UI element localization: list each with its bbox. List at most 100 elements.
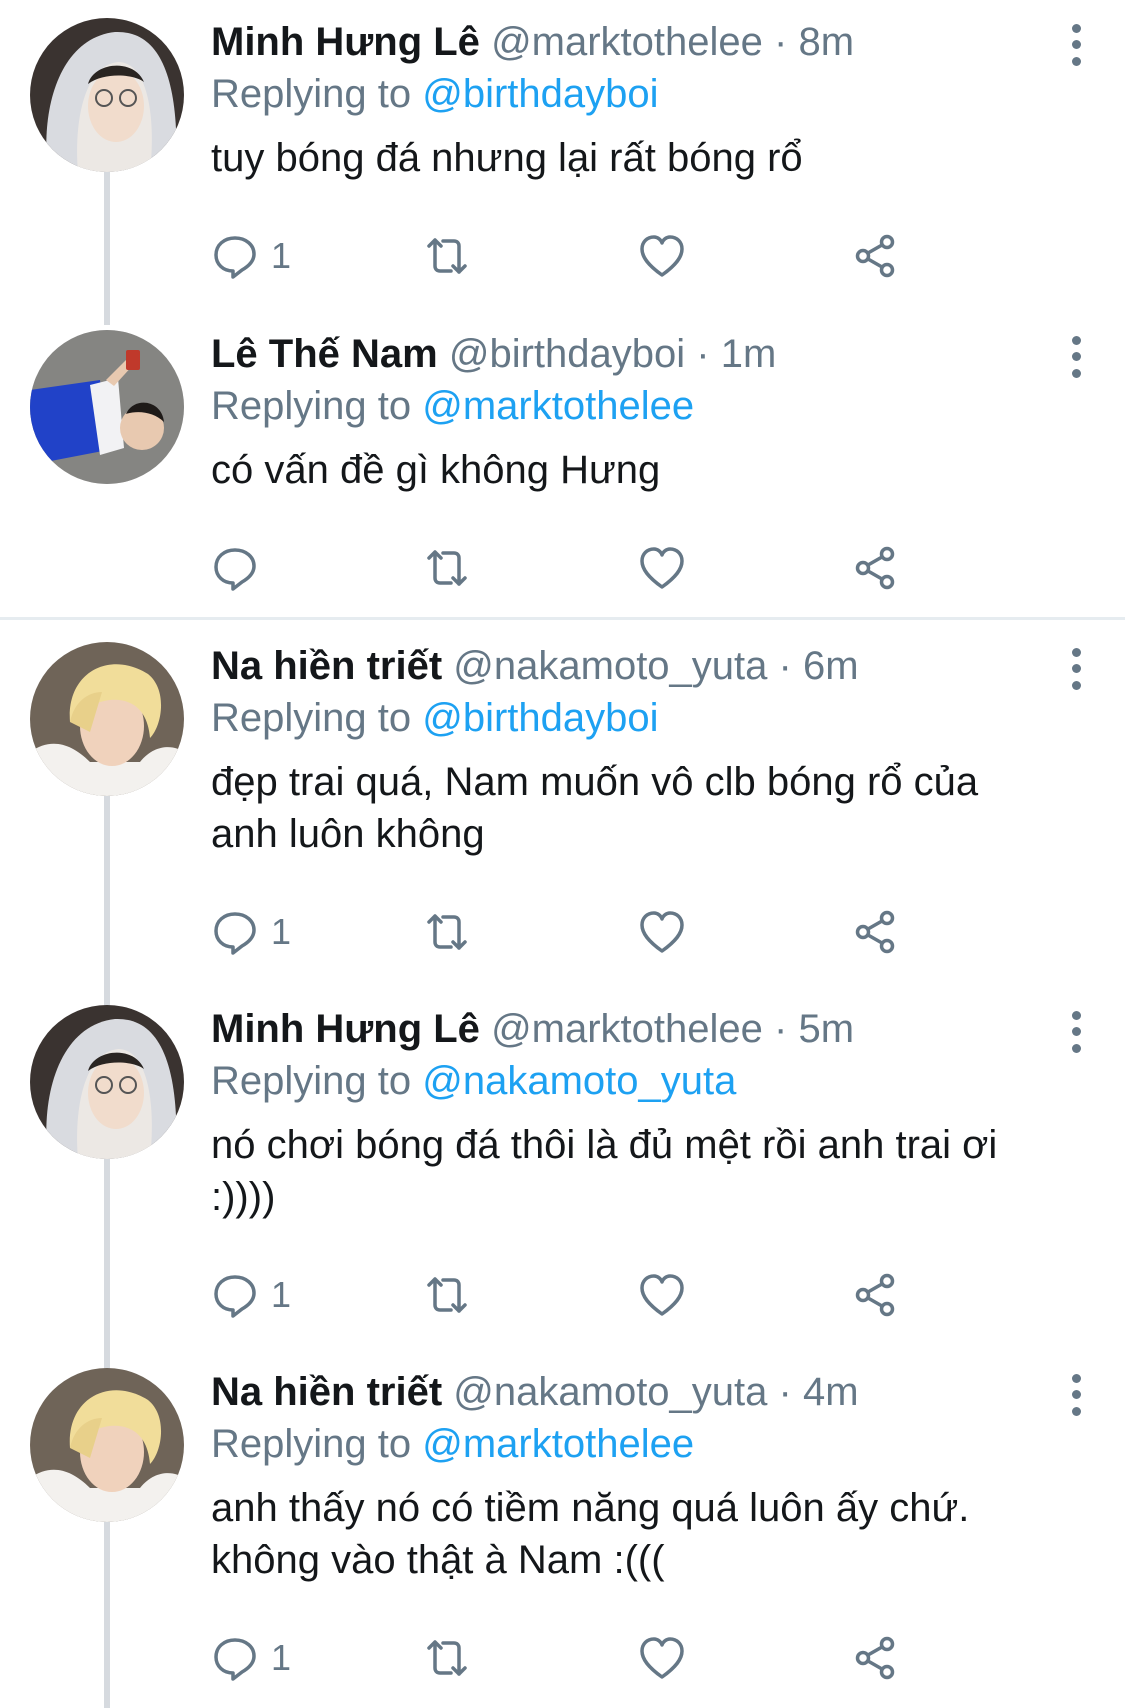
share-button[interactable] bbox=[851, 904, 899, 960]
mention-link[interactable]: @marktothelee bbox=[422, 1422, 694, 1466]
retweet-icon bbox=[423, 544, 471, 592]
replying-label: Replying to bbox=[211, 1422, 412, 1466]
reply-button[interactable]: 1 bbox=[211, 904, 291, 960]
user-handle[interactable]: @nakamoto_yuta bbox=[453, 644, 767, 688]
retweet-icon bbox=[423, 232, 471, 280]
avatar[interactable] bbox=[30, 642, 184, 796]
tweet-actions bbox=[211, 540, 911, 596]
heart-icon bbox=[638, 1634, 686, 1682]
replying-to: Replying to @nakamoto_yuta bbox=[211, 1057, 1055, 1105]
reply-button[interactable]: 1 bbox=[211, 1267, 291, 1323]
share-icon bbox=[851, 1634, 899, 1682]
replying-to: Replying to @marktothelee bbox=[211, 382, 1055, 430]
share-icon bbox=[851, 544, 899, 592]
display-name[interactable]: Na hiền triết bbox=[211, 1370, 442, 1414]
retweet-button[interactable] bbox=[423, 904, 471, 960]
like-button[interactable] bbox=[638, 904, 686, 960]
thread-line bbox=[104, 165, 110, 325]
retweet-button[interactable] bbox=[423, 1267, 471, 1323]
share-button[interactable] bbox=[851, 228, 899, 284]
tweet-header: Na hiền triết @nakamoto_yuta · 6m bbox=[211, 642, 1055, 690]
reply-icon bbox=[211, 232, 259, 280]
thread-line bbox=[104, 770, 110, 1015]
tweet-header: Na hiền triết @nakamoto_yuta · 4m bbox=[211, 1368, 1055, 1416]
separator-dot: · bbox=[778, 1370, 792, 1414]
like-button[interactable] bbox=[638, 1630, 686, 1686]
avatar[interactable] bbox=[30, 18, 184, 172]
timestamp[interactable]: 1m bbox=[721, 332, 777, 376]
tweet-text: anh thấy nó có tiềm năng quá luôn ấy chứ… bbox=[211, 1486, 970, 1582]
mention-link[interactable]: @birthdayboi bbox=[422, 696, 658, 740]
share-icon bbox=[851, 232, 899, 280]
separator-dot: · bbox=[774, 20, 788, 64]
like-button[interactable] bbox=[638, 540, 686, 596]
retweet-icon bbox=[423, 1271, 471, 1319]
user-handle[interactable]: @nakamoto_yuta bbox=[453, 1370, 767, 1414]
more-options-icon[interactable] bbox=[1061, 332, 1091, 382]
reply-icon bbox=[211, 544, 259, 592]
more-options-icon[interactable] bbox=[1061, 1007, 1091, 1057]
replying-to: Replying to @marktothelee bbox=[211, 1420, 1055, 1468]
tweet-header: Lê Thế Nam @birthdayboi · 1m bbox=[211, 330, 1055, 378]
replying-to: Replying to @birthdayboi bbox=[211, 70, 1055, 118]
heart-icon bbox=[638, 544, 686, 592]
timestamp[interactable]: 4m bbox=[803, 1370, 859, 1414]
tweet-actions: 1 bbox=[211, 1630, 911, 1686]
display-name[interactable]: Na hiền triết bbox=[211, 644, 442, 688]
user-handle[interactable]: @birthdayboi bbox=[449, 332, 685, 376]
timestamp[interactable]: 6m bbox=[803, 644, 859, 688]
retweet-button[interactable] bbox=[423, 1630, 471, 1686]
more-options-icon[interactable] bbox=[1061, 1370, 1091, 1420]
separator-dot: · bbox=[778, 644, 792, 688]
like-button[interactable] bbox=[638, 1267, 686, 1323]
share-button[interactable] bbox=[851, 1630, 899, 1686]
display-name[interactable]: Lê Thế Nam bbox=[211, 332, 438, 376]
like-button[interactable] bbox=[638, 228, 686, 284]
replying-label: Replying to bbox=[211, 72, 412, 116]
reply-button[interactable]: 1 bbox=[211, 1630, 291, 1686]
heart-icon bbox=[638, 908, 686, 956]
retweet-button[interactable] bbox=[423, 228, 471, 284]
mention-link[interactable]: @marktothelee bbox=[422, 384, 694, 428]
tweet-actions: 1 bbox=[211, 904, 911, 960]
mention-link[interactable]: @nakamoto_yuta bbox=[422, 1059, 736, 1103]
share-button[interactable] bbox=[851, 1267, 899, 1323]
timestamp[interactable]: 8m bbox=[798, 20, 854, 64]
user-handle[interactable]: @marktothelee bbox=[491, 20, 763, 64]
display-name[interactable]: Minh Hưng Lê bbox=[211, 1007, 480, 1051]
more-options-icon[interactable] bbox=[1061, 20, 1091, 70]
retweet-icon bbox=[423, 908, 471, 956]
reply-count: 1 bbox=[271, 911, 292, 952]
thread-line bbox=[104, 1135, 110, 1370]
retweet-button[interactable] bbox=[423, 540, 471, 596]
tweet-text: nó chơi bóng đá thôi là đủ mệt rồi anh t… bbox=[211, 1123, 998, 1219]
replying-label: Replying to bbox=[211, 696, 412, 740]
tweet-header: Minh Hưng Lê @marktothelee · 8m bbox=[211, 18, 1055, 66]
tweet-text: có vấn đề gì không Hưng bbox=[211, 448, 661, 492]
replying-to: Replying to @birthdayboi bbox=[211, 694, 1055, 742]
share-button[interactable] bbox=[851, 540, 899, 596]
mention-link[interactable]: @birthdayboi bbox=[422, 72, 658, 116]
tweet-text: tuy bóng đá nhưng lại rất bóng rổ bbox=[211, 136, 803, 180]
avatar[interactable] bbox=[30, 1005, 184, 1159]
tweet-text: đẹp trai quá, Nam muốn vô clb bóng rổ củ… bbox=[211, 760, 979, 856]
user-handle[interactable]: @marktothelee bbox=[491, 1007, 763, 1051]
tweet-actions: 1 bbox=[211, 228, 911, 284]
timestamp[interactable]: 5m bbox=[798, 1007, 854, 1051]
avatar[interactable] bbox=[30, 1368, 184, 1522]
display-name[interactable]: Minh Hưng Lê bbox=[211, 20, 480, 64]
reply-icon bbox=[211, 1271, 259, 1319]
thread-line bbox=[104, 1500, 110, 1708]
reply-icon bbox=[211, 1634, 259, 1682]
more-options-icon[interactable] bbox=[1061, 644, 1091, 694]
tweet-header: Minh Hưng Lê @marktothelee · 5m bbox=[211, 1005, 1055, 1053]
reply-button[interactable] bbox=[211, 540, 271, 596]
heart-icon bbox=[638, 232, 686, 280]
replying-label: Replying to bbox=[211, 1059, 412, 1103]
retweet-icon bbox=[423, 1634, 471, 1682]
separator-dot: · bbox=[774, 1007, 788, 1051]
reply-button[interactable]: 1 bbox=[211, 228, 291, 284]
reply-count: 1 bbox=[271, 235, 292, 276]
reply-count: 1 bbox=[271, 1637, 292, 1678]
avatar[interactable] bbox=[30, 330, 184, 484]
